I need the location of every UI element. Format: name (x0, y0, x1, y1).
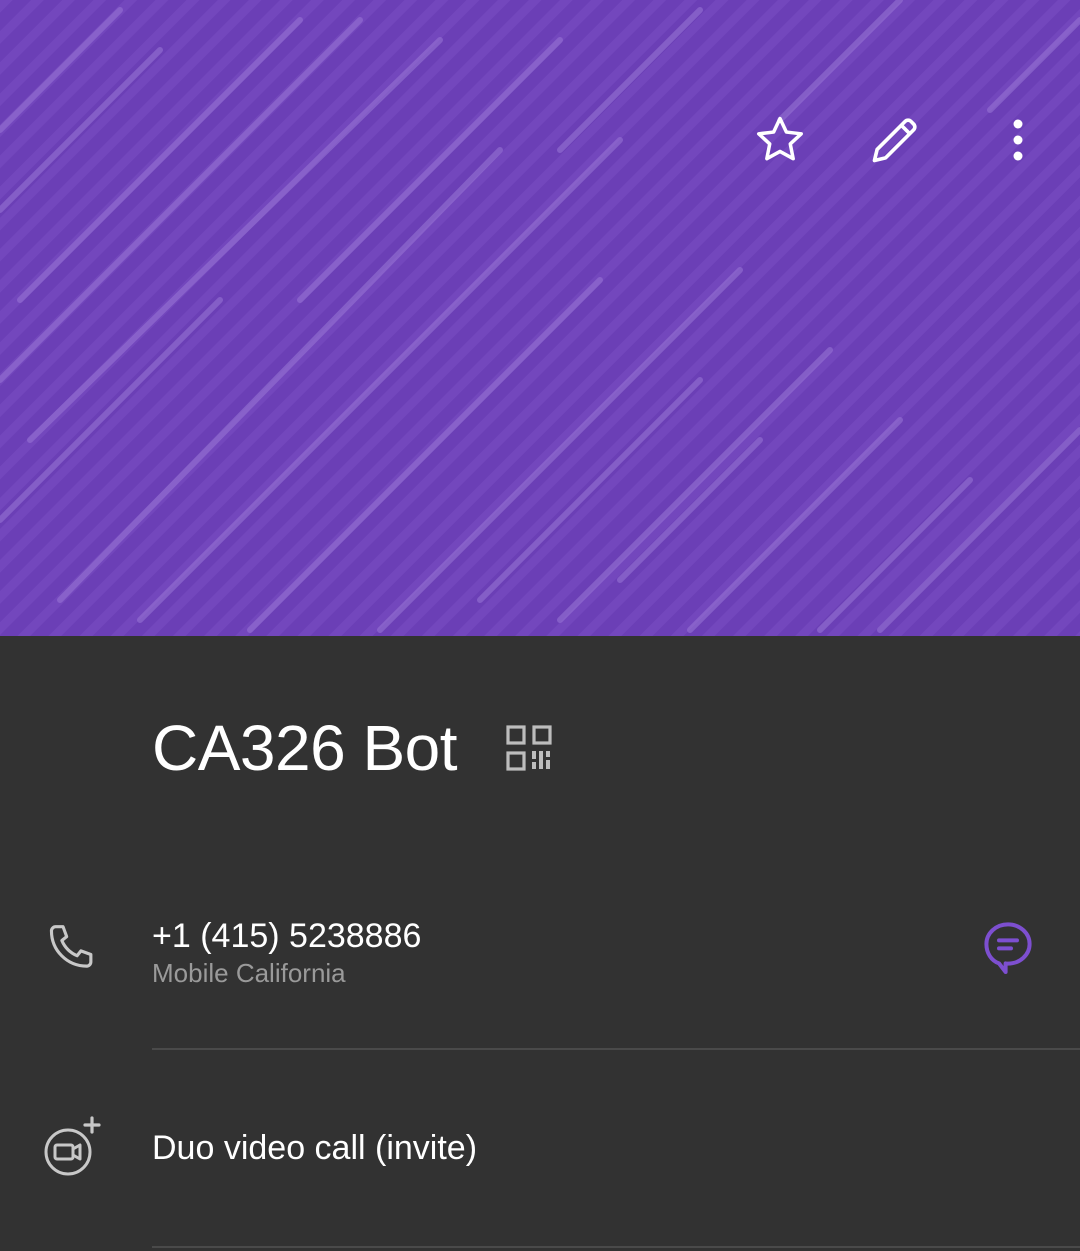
divider (152, 1246, 1080, 1248)
header-toolbar (740, 108, 1080, 172)
duo-icon-wrap (40, 1116, 104, 1180)
star-outline-icon (757, 116, 803, 161)
phone-type-label: Mobile California (152, 958, 346, 988)
phone-number: +1 (415) 5238886 (152, 917, 422, 955)
header-stripe-pattern (0, 0, 1080, 636)
duo-video-add-icon (44, 1116, 101, 1176)
duo-video-call-label: Duo video call (invite) (152, 1129, 478, 1167)
edit-contact-button[interactable] (863, 108, 927, 172)
favorite-button[interactable] (748, 108, 812, 172)
contact-details: CA326 Bot +1 (415) 5238886 Mobile Califo… (0, 636, 1080, 1251)
phone-number-row[interactable]: +1 (415) 5238886 Mobile California (0, 904, 1080, 1050)
more-vertical-icon (1013, 119, 1023, 161)
contact-name: CA326 Bot (152, 712, 458, 784)
qr-code-icon (506, 725, 552, 771)
message-icon (984, 922, 1032, 974)
phone-icon (49, 925, 93, 968)
send-message-button[interactable] (976, 916, 1040, 980)
contact-name-row: CA326 Bot (152, 708, 555, 788)
divider (152, 1048, 1080, 1050)
more-options-button[interactable] (986, 108, 1050, 172)
duo-video-call-row[interactable]: Duo video call (invite) (0, 1102, 1080, 1198)
phone-icon-wrap (40, 916, 104, 980)
qr-code-button[interactable] (503, 722, 555, 774)
contact-header-banner (0, 0, 1080, 636)
pencil-icon (872, 118, 917, 163)
